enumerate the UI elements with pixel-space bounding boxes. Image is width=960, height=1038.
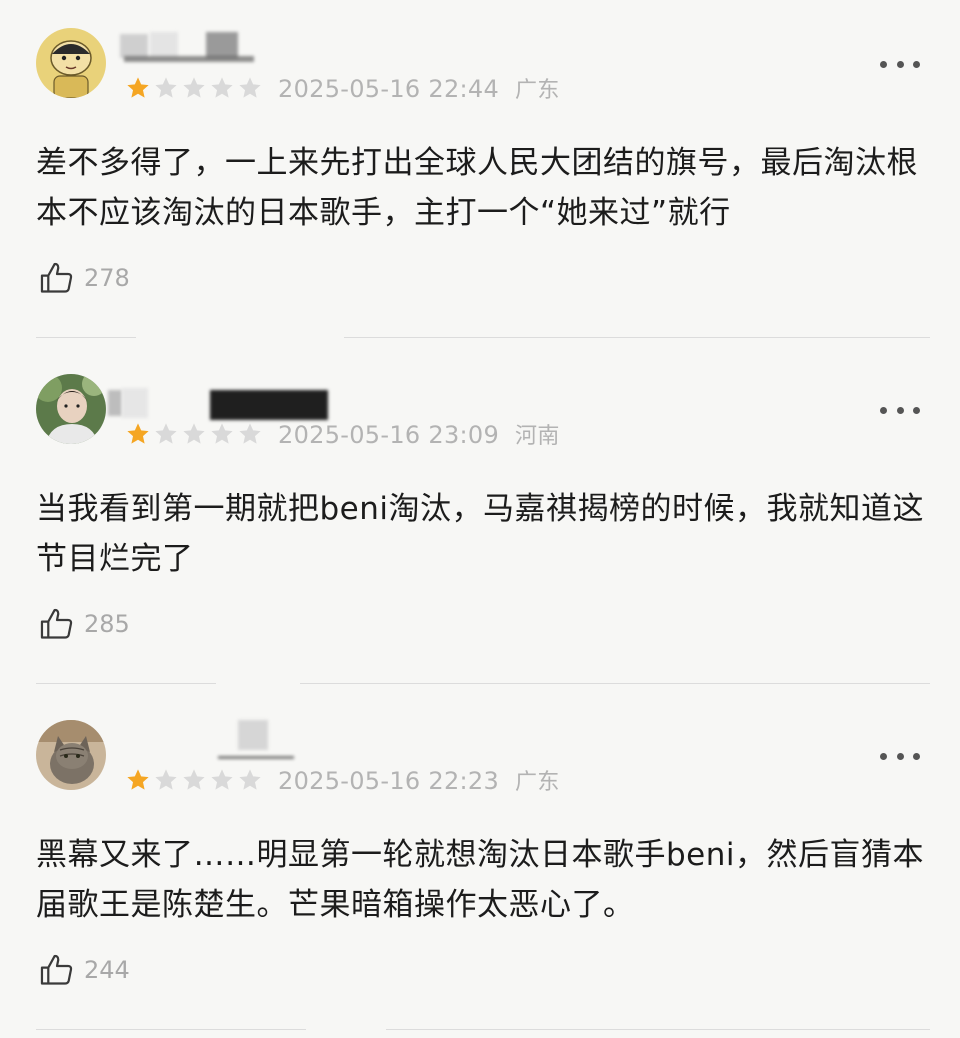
dot-icon bbox=[880, 752, 887, 760]
divider bbox=[344, 337, 930, 338]
review-card: 2025-05-16 23:09 河南 当我看到第一期就把beni淘汰，马嘉祺揭… bbox=[0, 346, 960, 692]
like-button[interactable]: 285 bbox=[38, 604, 130, 644]
cartoon-boy-avatar-icon bbox=[36, 28, 106, 98]
more-options-button[interactable] bbox=[880, 746, 920, 766]
avatar[interactable] bbox=[36, 374, 106, 444]
avatar[interactable] bbox=[36, 720, 106, 790]
review-region: 广东 bbox=[515, 78, 560, 103]
dot-icon bbox=[913, 60, 920, 68]
dot-icon bbox=[896, 406, 904, 414]
star-empty-icon bbox=[211, 769, 233, 790]
divider bbox=[36, 1029, 306, 1030]
star-empty-icon bbox=[183, 77, 205, 98]
thumbs-up-icon bbox=[40, 262, 73, 293]
review-card: 2025-05-16 22:44 广东 差不多得了，一上来先打出全球人民大团结的… bbox=[0, 0, 960, 346]
review-meta: 2025-05-16 22:23 广东 bbox=[278, 764, 560, 796]
star-empty-icon bbox=[183, 423, 205, 444]
thumbs-up-icon bbox=[40, 954, 73, 985]
review-date: 2025-05-16 22:23 bbox=[278, 767, 500, 795]
rating-row: 2025-05-16 22:44 广东 bbox=[124, 70, 560, 106]
review-content: 当我看到第一期就把beni淘汰，马嘉祺揭榜的时候，我就知道这节目烂完了 bbox=[36, 491, 925, 577]
star-rating bbox=[124, 421, 264, 447]
star-empty-icon bbox=[211, 77, 233, 98]
more-options-button[interactable] bbox=[880, 400, 920, 420]
star-empty-icon bbox=[155, 769, 177, 790]
dot-icon bbox=[896, 752, 904, 760]
star-rating bbox=[124, 767, 264, 793]
review-meta: 2025-05-16 22:44 广东 bbox=[278, 72, 560, 104]
star-empty-icon bbox=[239, 769, 261, 790]
review-card: 2025-05-16 22:23 广东 黑幕又来了……明显第一轮就想淘汰日本歌手… bbox=[0, 692, 960, 1038]
star-empty-icon bbox=[239, 77, 261, 98]
star-empty-icon bbox=[183, 769, 205, 790]
rating-row: 2025-05-16 23:09 河南 bbox=[124, 416, 560, 452]
avatar[interactable] bbox=[36, 28, 106, 98]
star-empty-icon bbox=[239, 423, 261, 444]
review-date: 2025-05-16 22:44 bbox=[278, 75, 500, 103]
review-meta: 2025-05-16 23:09 河南 bbox=[278, 418, 560, 450]
rating-row: 2025-05-16 22:23 广东 bbox=[124, 762, 560, 798]
like-count: 278 bbox=[84, 264, 130, 292]
like-button[interactable]: 278 bbox=[38, 258, 130, 298]
dot-icon bbox=[913, 406, 920, 414]
dot-icon bbox=[896, 60, 904, 68]
star-rating bbox=[124, 75, 264, 101]
like-button[interactable]: 244 bbox=[38, 950, 130, 990]
dot-icon bbox=[880, 60, 887, 68]
divider bbox=[386, 1029, 930, 1030]
divider bbox=[36, 337, 136, 338]
dot-icon bbox=[913, 752, 920, 760]
star-empty-icon bbox=[211, 423, 233, 444]
star-filled-icon bbox=[127, 77, 149, 98]
like-count: 285 bbox=[84, 610, 130, 638]
review-region: 广东 bbox=[515, 770, 560, 795]
like-count: 244 bbox=[84, 956, 130, 984]
star-filled-icon bbox=[127, 769, 149, 790]
star-empty-icon bbox=[155, 423, 177, 444]
dot-icon bbox=[880, 406, 887, 414]
thumbs-up-icon bbox=[40, 608, 73, 639]
review-content: 差不多得了，一上来先打出全球人民大团结的旗号，最后淘汰根本不应该淘汰的日本歌手，… bbox=[36, 145, 918, 231]
person-photo-avatar-icon bbox=[36, 374, 106, 444]
cat-photo-avatar-icon bbox=[36, 720, 106, 790]
more-options-button[interactable] bbox=[880, 54, 920, 74]
review-content: 黑幕又来了……明显第一轮就想淘汰日本歌手beni，然后盲猜本届歌王是陈楚生。芒果… bbox=[36, 837, 925, 923]
divider bbox=[300, 683, 930, 684]
divider bbox=[36, 683, 216, 684]
review-date: 2025-05-16 23:09 bbox=[278, 421, 500, 449]
star-filled-icon bbox=[127, 423, 149, 444]
review-region: 河南 bbox=[515, 424, 560, 449]
star-empty-icon bbox=[155, 77, 177, 98]
